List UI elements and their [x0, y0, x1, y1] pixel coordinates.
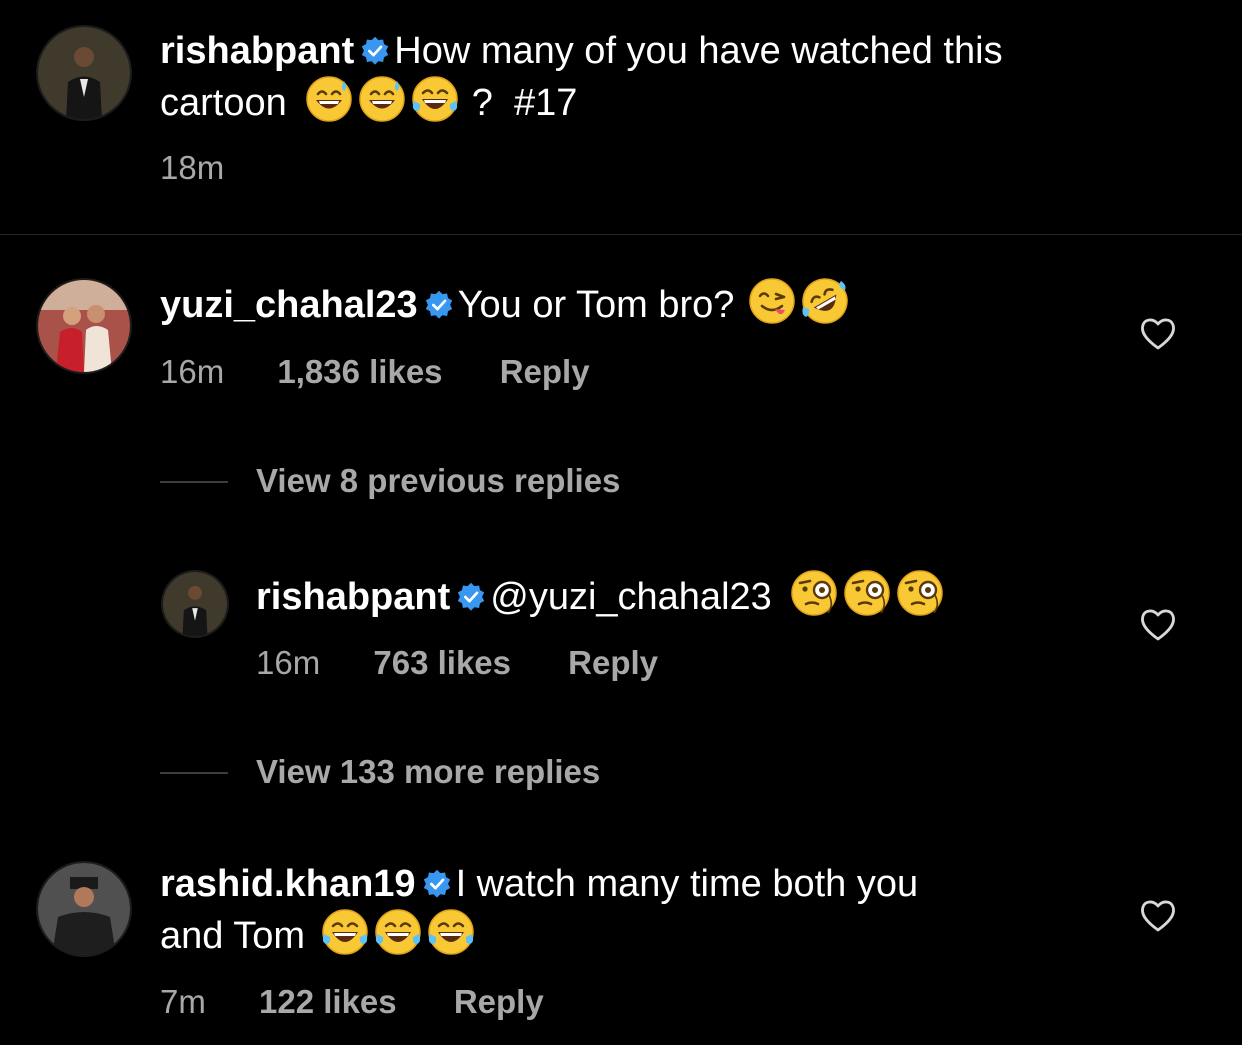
username[interactable]: rishabpant	[256, 576, 450, 618]
avatar[interactable]	[38, 280, 130, 372]
sweat-smile-emoji	[358, 75, 406, 123]
monocle-emoji	[843, 569, 891, 617]
timestamp: 16m	[160, 353, 225, 390]
username[interactable]: rishabpant	[160, 30, 354, 72]
likes-count[interactable]: 1,836 likes	[277, 352, 442, 392]
comment-meta: 16m 763 likes Reply	[256, 643, 658, 683]
heart-icon[interactable]	[1138, 605, 1178, 645]
comment-text: and Tom	[160, 915, 306, 957]
timestamp: 7m	[160, 983, 206, 1020]
verified-badge-icon	[456, 582, 486, 612]
avatar[interactable]	[38, 863, 130, 955]
likes-count[interactable]: 122 likes	[259, 982, 397, 1022]
comment-line: rashid.khan19 I watch many time both you	[160, 860, 918, 908]
avatar[interactable]	[163, 572, 227, 636]
divider	[0, 234, 1242, 235]
tears-of-joy-emoji	[427, 908, 475, 956]
view-more-replies-button[interactable]: View 133 more replies	[256, 752, 600, 792]
mention-link[interactable]: @yuzi_chahal23	[490, 576, 772, 618]
username[interactable]: yuzi_chahal23	[160, 284, 418, 326]
avatar[interactable]	[38, 27, 130, 119]
tears-of-joy-emoji	[374, 908, 422, 956]
timestamp: 16m	[256, 644, 321, 681]
comment-text: You or Tom bro?	[457, 284, 735, 326]
comment-meta: 7m 122 likes Reply	[160, 982, 544, 1022]
comment-line: rishabpant @yuzi_chahal23	[256, 569, 949, 621]
rofl-emoji	[801, 277, 849, 325]
reply-button[interactable]: Reply	[454, 982, 544, 1022]
comment-text: I watch many time both you	[455, 863, 919, 905]
caption-line-1: rishabpant How many of you have watched t…	[160, 27, 1003, 75]
view-previous-replies-button[interactable]: View 8 previous replies	[256, 461, 620, 501]
heart-icon[interactable]	[1138, 314, 1178, 354]
likes-count[interactable]: 763 likes	[373, 643, 511, 683]
caption-text: cartoon	[160, 82, 287, 124]
heart-icon[interactable]	[1138, 896, 1178, 936]
timestamp: 18m	[160, 149, 225, 186]
comment-meta: 16m 1,836 likes Reply	[160, 352, 590, 392]
reply-button[interactable]: Reply	[568, 643, 658, 683]
caption-text: ? #17	[471, 82, 578, 124]
monocle-emoji	[896, 569, 944, 617]
tears-of-joy-emoji	[321, 908, 369, 956]
caption-text: How many of you have watched this	[394, 30, 1003, 72]
sweat-smile-emoji	[305, 75, 353, 123]
comment-line: and Tom	[160, 908, 480, 960]
divider	[160, 772, 228, 774]
monocle-emoji	[790, 569, 838, 617]
username[interactable]: rashid.khan19	[160, 863, 416, 905]
divider	[160, 481, 228, 483]
yum-emoji	[748, 277, 796, 325]
verified-badge-icon	[360, 36, 390, 66]
tears-of-joy-emoji	[411, 75, 459, 123]
verified-badge-icon	[424, 290, 454, 320]
caption-line-2: cartoon ? #17	[160, 75, 577, 127]
comment-line: yuzi_chahal23 You or Tom bro?	[160, 277, 854, 329]
verified-badge-icon	[422, 869, 452, 899]
reply-button[interactable]: Reply	[500, 352, 590, 392]
